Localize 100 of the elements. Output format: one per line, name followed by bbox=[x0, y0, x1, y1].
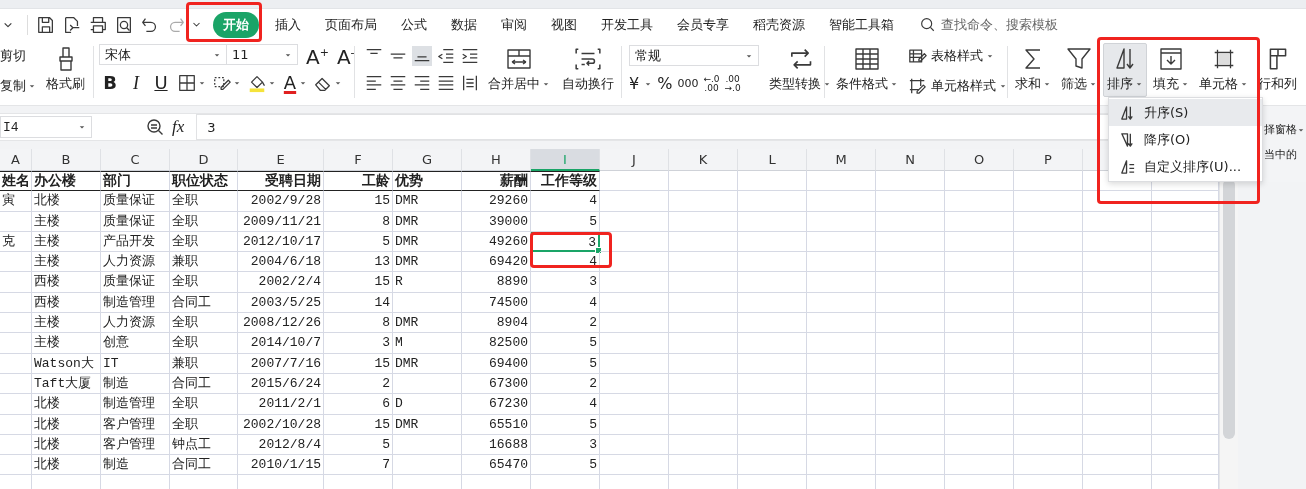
column-header[interactable]: H bbox=[462, 149, 531, 171]
increase-font-button[interactable]: A$^{+}$ bbox=[306, 43, 329, 67]
column-title: 工龄 bbox=[324, 171, 393, 192]
wrap-text-button[interactable]: 自动换行 bbox=[558, 43, 618, 97]
table-cell: 合同工 bbox=[170, 373, 238, 395]
function-label[interactable]: fx bbox=[172, 117, 185, 137]
table-cell: 39000 bbox=[462, 211, 531, 232]
align-indent-icon[interactable] bbox=[460, 46, 480, 66]
column-header[interactable]: G bbox=[393, 149, 462, 171]
scrollbar-thumb[interactable] bbox=[1223, 179, 1235, 439]
sum-button[interactable]: 求和 bbox=[1011, 43, 1055, 97]
filter-button[interactable]: 筛选 bbox=[1057, 43, 1101, 97]
column-header[interactable]: B bbox=[32, 149, 101, 171]
number-format-field[interactable]: 常规 bbox=[629, 45, 759, 66]
percent-button[interactable]: % bbox=[657, 74, 673, 94]
thousands-button[interactable]: 000 bbox=[677, 74, 699, 94]
formula-value: 3 bbox=[207, 119, 216, 135]
italic-button[interactable]: I bbox=[127, 72, 145, 93]
caret-icon bbox=[78, 124, 86, 130]
ribbon-tab[interactable]: 稻壳资源 bbox=[745, 12, 813, 37]
align-left-icon[interactable] bbox=[364, 73, 384, 93]
cut-button[interactable]: 剪切 bbox=[0, 45, 36, 67]
zoom-icon[interactable] bbox=[146, 118, 164, 136]
column-header[interactable]: L bbox=[738, 149, 807, 171]
fill-button[interactable]: 填充 bbox=[1149, 43, 1193, 97]
ribbon-tab[interactable]: 审阅 bbox=[493, 12, 535, 37]
ribbon-tab[interactable]: 智能工具箱 bbox=[821, 12, 902, 37]
menu-item[interactable]: 升序(S) bbox=[1109, 99, 1262, 126]
align-distributed-icon[interactable] bbox=[460, 73, 480, 93]
table-cell: 6 bbox=[324, 394, 393, 415]
name-box[interactable]: I4 bbox=[0, 116, 92, 138]
empty-cell bbox=[669, 333, 738, 354]
merge-center-button[interactable]: 合并居中 bbox=[484, 43, 554, 97]
table-cell: M bbox=[393, 333, 462, 354]
ribbon-tab[interactable]: 会员专享 bbox=[669, 12, 737, 37]
ribbon-tab[interactable]: 公式 bbox=[393, 12, 435, 37]
print-preview-icon[interactable] bbox=[114, 14, 134, 35]
align-outdent-icon[interactable] bbox=[436, 46, 456, 66]
column-header[interactable]: N bbox=[876, 149, 945, 171]
fill-handle[interactable] bbox=[595, 247, 602, 255]
sort-button[interactable]: 排序 bbox=[1103, 43, 1147, 97]
table-cell: 67230 bbox=[462, 394, 531, 415]
decrease-font-button[interactable]: A$^{-}$ bbox=[336, 43, 355, 67]
column-header[interactable]: D bbox=[170, 149, 238, 171]
menu-item[interactable]: 自定义排序(U)... bbox=[1109, 153, 1262, 180]
table-cell: 西楼 bbox=[32, 272, 101, 293]
font-size-field[interactable]: 11 bbox=[226, 44, 298, 66]
ribbon-tab[interactable]: 页面布局 bbox=[317, 12, 385, 37]
table-cell: 质量保证 bbox=[101, 191, 170, 212]
empty-cell bbox=[1083, 231, 1152, 253]
empty-cell bbox=[807, 272, 876, 293]
conditional-format-button[interactable]: 条件格式 bbox=[832, 43, 902, 97]
column-header[interactable]: F bbox=[324, 149, 393, 171]
caret-icon bbox=[299, 79, 307, 86]
empty-cell bbox=[945, 434, 1014, 456]
underline-button[interactable]: U bbox=[151, 72, 171, 93]
table-cell: 4 bbox=[531, 394, 600, 415]
column-header[interactable]: K bbox=[669, 149, 738, 171]
table-cell: 制造 bbox=[101, 455, 170, 476]
cell-style-button[interactable]: 单元格样式 bbox=[908, 75, 1007, 97]
print-icon[interactable] bbox=[88, 14, 108, 35]
format-painter-button[interactable]: 格式刷 bbox=[42, 43, 89, 97]
column-header[interactable]: E bbox=[238, 149, 324, 171]
ribbon-tab[interactable]: 视图 bbox=[543, 12, 585, 37]
decrease-decimal-button[interactable]: .00 →.0 bbox=[724, 75, 741, 93]
copy-button[interactable]: 复制 bbox=[0, 75, 36, 97]
increase-decimal-button[interactable]: ←.0 .00 bbox=[703, 75, 720, 93]
save-icon[interactable] bbox=[36, 14, 56, 35]
column-title: 部门 bbox=[101, 171, 170, 192]
currency-button[interactable]: ¥ bbox=[629, 74, 640, 94]
border-icon[interactable] bbox=[177, 72, 197, 93]
font-color-button[interactable]: A bbox=[282, 72, 298, 93]
column-header[interactable]: A bbox=[0, 149, 32, 171]
empty-cell bbox=[738, 455, 807, 476]
type-convert-button[interactable]: 类型转换 bbox=[765, 43, 835, 97]
empty-cell bbox=[738, 292, 807, 314]
align-justify-icon[interactable] bbox=[436, 73, 456, 93]
empty-cell bbox=[669, 434, 738, 456]
bold-button[interactable]: B bbox=[99, 72, 121, 93]
cell-button[interactable]: 单元格 bbox=[1195, 43, 1252, 97]
ribbon-tab[interactable]: 开发工具 bbox=[593, 12, 661, 37]
export-icon[interactable] bbox=[62, 14, 82, 35]
ribbon-tab[interactable]: 插入 bbox=[267, 12, 309, 37]
column-header[interactable]: P bbox=[1014, 149, 1083, 171]
empty-cell bbox=[600, 434, 669, 456]
table-cell: 5 bbox=[531, 455, 600, 476]
font-name-field[interactable]: 宋体 bbox=[99, 44, 227, 66]
align-bottom-icon[interactable] bbox=[412, 46, 432, 66]
dropdown-icon[interactable] bbox=[192, 20, 201, 29]
column-header[interactable]: O bbox=[945, 149, 1014, 171]
column-header[interactable]: J bbox=[600, 149, 669, 171]
column-header[interactable]: C bbox=[101, 149, 170, 171]
table-style-button[interactable]: 表格样式 bbox=[908, 45, 1007, 67]
align-right-icon[interactable] bbox=[412, 73, 432, 93]
search-field[interactable]: 查找命令、搜索模板 bbox=[920, 16, 1123, 33]
align-center-icon[interactable] bbox=[388, 73, 408, 93]
ribbon-tab[interactable]: 数据 bbox=[443, 12, 485, 37]
empty-cell bbox=[1083, 455, 1152, 476]
column-header[interactable]: M bbox=[807, 149, 876, 171]
table-cell: 2011/2/1 bbox=[238, 394, 324, 415]
